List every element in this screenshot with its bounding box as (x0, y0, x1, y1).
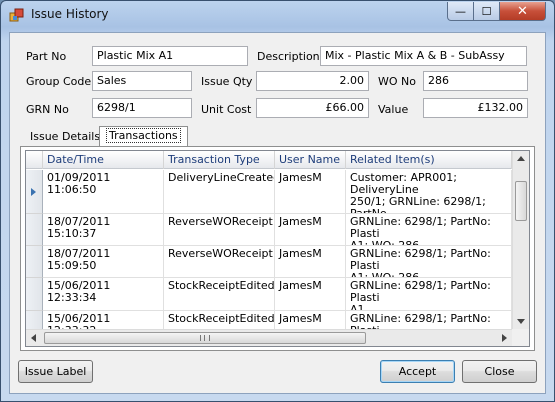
tab-transactions-label: Transactions (106, 128, 181, 143)
minimize-icon: — (455, 4, 466, 18)
maximize-icon: ☐ (481, 4, 492, 18)
table-cell-related[interactable]: GRNLine: 6298/1; PartNo: Plasti A1 (346, 278, 512, 311)
column-header-user-name[interactable]: User Name (275, 151, 346, 169)
unit-cost-label: Unit Cost (201, 103, 252, 116)
column-header-transaction-type[interactable]: Transaction Type (164, 151, 275, 169)
table-cell-datetime[interactable]: 18/07/2011 15:09:50 (43, 246, 164, 278)
group-code-field[interactable]: Sales (92, 71, 192, 91)
table-cell-datetime[interactable]: 15/06/2011 12:33:34 (43, 278, 164, 311)
issue-label-button[interactable]: Issue Label (18, 360, 93, 383)
column-header-datetime[interactable]: Date/Time (43, 151, 164, 169)
table-cell-related[interactable]: GRNLine: 6298/1; PartNo: Plasti A1; WO: … (346, 246, 512, 278)
grid-header: Date/Time Transaction Type User Name Rel… (26, 151, 512, 169)
grn-no-label: GRN No (26, 103, 69, 116)
unit-cost-field[interactable]: £66.00 (256, 98, 369, 118)
value-label: Value (378, 103, 409, 116)
group-code-label: Group Code (26, 75, 92, 88)
vertical-scrollbar[interactable] (512, 151, 529, 329)
value-field[interactable]: £132.00 (423, 98, 528, 118)
window-title: Issue History (31, 7, 109, 21)
current-row-arrow-icon (31, 187, 36, 196)
table-cell-user[interactable]: JamesM (275, 214, 346, 246)
issue-qty-field[interactable]: 2.00 (256, 71, 369, 91)
table-cell-datetime[interactable]: 15/06/2011 12:33:32 (43, 311, 164, 331)
column-header-related-items[interactable]: Related Item(s) (346, 151, 512, 169)
scroll-right-arrow-icon[interactable] (502, 334, 507, 342)
row-selector[interactable] (26, 246, 43, 278)
scroll-up-arrow-icon[interactable] (517, 156, 525, 161)
table-cell-related[interactable]: Customer: APR001; DeliveryLine 250/1; GR… (346, 170, 512, 214)
minimize-button[interactable]: — (447, 2, 474, 21)
maximize-button[interactable]: ☐ (473, 2, 500, 21)
grn-no-field[interactable]: 6298/1 (92, 98, 192, 118)
part-no-field[interactable]: Plastic Mix A1 (92, 46, 248, 66)
vertical-scroll-thumb[interactable] (515, 181, 527, 221)
table-cell-type[interactable]: StockReceiptEdited (164, 311, 275, 331)
row-selector[interactable] (26, 214, 43, 246)
horizontal-scroll-thumb[interactable] (44, 332, 366, 344)
description-label: Description (257, 50, 320, 63)
table-cell-type[interactable]: StockReceiptEdited (164, 278, 275, 311)
close-icon: ✕ (517, 3, 528, 19)
description-field[interactable]: Mix - Plastic Mix A & B - SubAssy (320, 46, 527, 66)
app-icon (9, 8, 24, 22)
accept-button[interactable]: Accept (380, 360, 455, 383)
tab-transactions[interactable]: Transactions (99, 126, 188, 147)
table-cell-user[interactable]: JamesM (275, 311, 346, 331)
horizontal-scrollbar[interactable] (26, 329, 512, 346)
issue-history-window: Issue History — ☐ ✕ Part No Plastic Mix … (0, 0, 555, 402)
table-cell-type[interactable]: ReverseWOReceipt (164, 246, 275, 278)
table-cell-datetime[interactable]: 01/09/2011 11:06:50 (43, 170, 164, 214)
table-cell-type[interactable]: DeliveryLineCreated (164, 170, 275, 214)
table-cell-related[interactable]: GRNLine: 6298/1; PartNo: Plasti A1; WO: … (346, 214, 512, 246)
row-selector[interactable] (26, 311, 43, 331)
scroll-down-arrow-icon[interactable] (517, 319, 525, 324)
table-cell-datetime[interactable]: 18/07/2011 15:10:37 (43, 214, 164, 246)
table-cell-related[interactable]: GRNLine: 6298/1; PartNo: Plasti (346, 311, 512, 331)
transactions-panel: Date/Time Transaction Type User Name Rel… (20, 146, 535, 351)
scrollbar-corner (512, 329, 529, 346)
close-window-button[interactable]: ✕ (499, 2, 546, 21)
tab-issue-details[interactable]: Issue Details (24, 128, 106, 146)
wo-no-field[interactable]: 286 (423, 71, 528, 91)
issue-qty-label: Issue Qty (201, 75, 253, 88)
transactions-grid: Date/Time Transaction Type User Name Rel… (25, 150, 530, 347)
close-button[interactable]: Close (462, 360, 537, 383)
wo-no-label: WO No (378, 75, 416, 88)
part-no-label: Part No (26, 50, 67, 63)
row-selector[interactable] (26, 278, 43, 311)
row-selector[interactable] (26, 170, 43, 214)
table-cell-user[interactable]: JamesM (275, 170, 346, 214)
scroll-left-arrow-icon[interactable] (31, 334, 36, 342)
title-bar[interactable]: Issue History — ☐ ✕ (1, 1, 554, 28)
grip-icon (200, 335, 210, 341)
table-cell-user[interactable]: JamesM (275, 246, 346, 278)
table-cell-user[interactable]: JamesM (275, 278, 346, 311)
dialog-client-area: Part No Plastic Mix A1 Description Mix -… (9, 32, 546, 394)
table-cell-type[interactable]: ReverseWOReceipt (164, 214, 275, 246)
row-header-corner (26, 151, 43, 169)
